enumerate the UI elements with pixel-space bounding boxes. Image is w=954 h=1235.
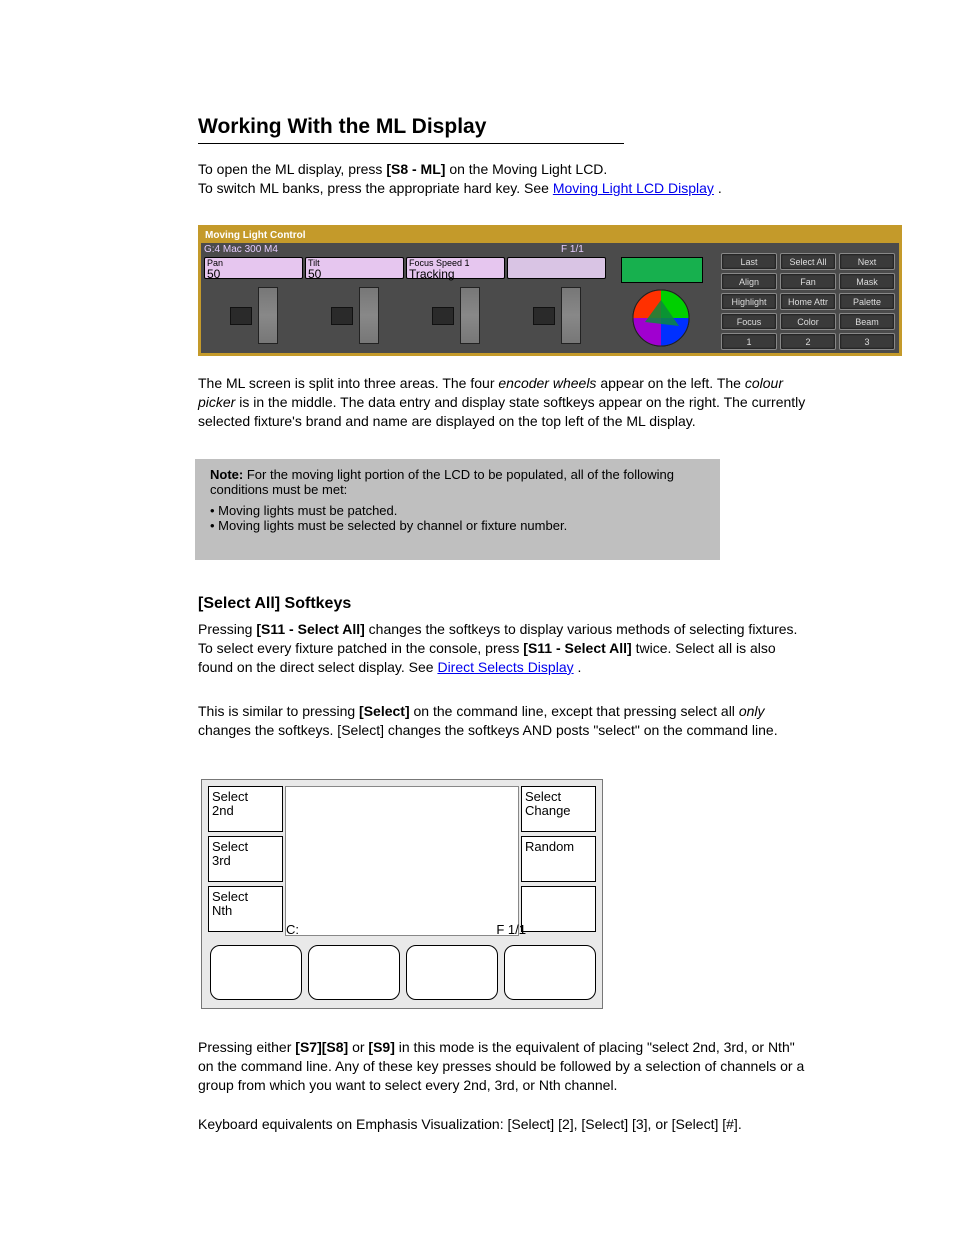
note-text: For the moving light portion of the LCD … xyxy=(210,467,674,497)
mlc-status-right: F 1/1 xyxy=(561,244,584,255)
mlc-btn-beam[interactable]: Beam xyxy=(839,313,895,330)
intro-paragraph: To open the ML display, press [S8 - ML] … xyxy=(198,160,808,198)
encoder-row xyxy=(204,283,606,348)
encoder-pad[interactable] xyxy=(331,307,353,325)
after-fig1-paragraph: The ML screen is split into three areas.… xyxy=(198,374,808,431)
mlc-btn-last[interactable]: Last xyxy=(721,253,777,270)
af-1em: encoder wheels xyxy=(498,375,596,391)
encoder-softkey-1[interactable] xyxy=(210,945,302,1000)
encoder-pad[interactable] xyxy=(432,307,454,325)
tail-1sa: [S7][S8] xyxy=(295,1039,348,1055)
softkey-select-2nd[interactable]: Select2nd xyxy=(208,786,283,832)
mlc-panel-title: Moving Light Control xyxy=(201,228,899,243)
tail-1b: or xyxy=(352,1039,368,1055)
attr-box-focus-speed[interactable]: Focus Speed 1 Tracking xyxy=(406,257,505,279)
attr-box-empty[interactable] xyxy=(507,257,606,279)
note-bullet-1: • Moving lights must be patched. xyxy=(210,503,710,518)
link-direct-selects[interactable]: Direct Selects Display xyxy=(437,659,573,675)
intro-1b: [S8 - ML] xyxy=(386,161,445,177)
mlc-btn-page-1[interactable]: 1 xyxy=(721,333,777,350)
intro-2a: To switch ML banks, press the appropriat… xyxy=(198,180,553,196)
softkey-label: Random xyxy=(525,839,574,854)
af-2b: is in the middle. The data entry and dis… xyxy=(198,394,805,429)
attr-value: Tracking xyxy=(409,268,502,280)
softkeys-panel: Select2nd Select3rd SelectNth SelectChan… xyxy=(201,779,603,1009)
encoder-wheel-4[interactable] xyxy=(561,287,581,344)
intro-2b: . xyxy=(718,180,722,196)
intro-1a: To open the ML display, press xyxy=(198,161,386,177)
attr-value: 50 xyxy=(207,268,300,280)
af-1a: The ML screen is split into three areas.… xyxy=(198,375,498,391)
mlc-btn-fan[interactable]: Fan xyxy=(780,273,836,290)
attr-box-tilt[interactable]: Tilt 50 xyxy=(305,257,404,279)
tail-1a: Pressing either xyxy=(198,1039,295,1055)
select-all-heading: [Select All] Softkeys xyxy=(198,595,351,613)
attr-box-pan[interactable]: Pan 50 xyxy=(204,257,303,279)
mlc-btn-color[interactable]: Color xyxy=(780,313,836,330)
tail-paragraph-1: Pressing either [S7][S8] or [S9] in this… xyxy=(198,1038,808,1095)
select-all-p1: Pressing [S11 - Select All] changes the … xyxy=(198,620,808,677)
mlc-btn-palette[interactable]: Palette xyxy=(839,293,895,310)
mlc-btn-next[interactable]: Next xyxy=(839,253,895,270)
colour-wheel[interactable] xyxy=(631,288,691,348)
attr-label: Pan xyxy=(207,259,300,268)
encoder-wheel-1[interactable] xyxy=(258,287,278,344)
softkey-random[interactable]: Random xyxy=(521,836,596,882)
sk-p1b: [S11 - Select All] xyxy=(256,621,364,637)
softkey-label: SelectNth xyxy=(212,889,248,918)
attr-value: 50 xyxy=(308,268,401,280)
softkey-select-change[interactable]: SelectChange xyxy=(521,786,596,832)
encoder-wheel-2[interactable] xyxy=(359,287,379,344)
encoder-softkey-3[interactable] xyxy=(406,945,498,1000)
mlc-status-left: G:4 Mac 300 M4 xyxy=(204,244,612,256)
section-title: Working With the ML Display xyxy=(198,115,486,139)
mlc-btn-page-3[interactable]: 3 xyxy=(839,333,895,350)
encoder-softkey-2[interactable] xyxy=(308,945,400,1000)
sk-p1a: Pressing xyxy=(198,621,256,637)
encoder-softkey-4[interactable] xyxy=(504,945,596,1000)
attr-label: Tilt xyxy=(308,259,401,268)
softkey-select-3rd[interactable]: Select3rd xyxy=(208,836,283,882)
mlc-btn-page-2[interactable]: 2 xyxy=(780,333,836,350)
softkey-label: Select2nd xyxy=(212,789,248,818)
sk-p2em: only xyxy=(739,703,765,719)
sk-p2s: [Select] xyxy=(359,703,410,719)
mlc-btn-select-all[interactable]: Select All xyxy=(780,253,836,270)
attribute-row: Pan 50 Tilt 50 Focus Speed 1 Tracking xyxy=(204,257,606,279)
link-ml-lcd-display[interactable]: Moving Light LCD Display xyxy=(553,180,714,196)
af-1b: appear on the left. The xyxy=(600,375,745,391)
encoder-pad[interactable] xyxy=(230,307,252,325)
sk-p1d: [S11 - Select All] xyxy=(523,640,631,656)
mlc-btn-highlight[interactable]: Highlight xyxy=(721,293,777,310)
mlc-btn-align[interactable]: Align xyxy=(721,273,777,290)
note-strong: Note: xyxy=(210,467,243,482)
mlc-btn-home-attr[interactable]: Home Attr xyxy=(780,293,836,310)
encoder-pad[interactable] xyxy=(533,307,555,325)
softkey-select-nth[interactable]: SelectNth xyxy=(208,886,283,932)
sk-p2c: changes the softkeys. [Select] changes t… xyxy=(198,722,778,738)
intro-1c: on the Moving Light LCD. xyxy=(449,161,607,177)
colour-swatch[interactable] xyxy=(621,257,703,283)
mid-info-left-2: C: xyxy=(286,922,299,937)
note-box-text: Note: For the moving light portion of th… xyxy=(210,467,710,533)
mid-info-right-2: F 1/1 xyxy=(496,922,526,937)
sk-p2b: on the command line, except that pressin… xyxy=(414,703,739,719)
tail-1sb: [S9] xyxy=(368,1039,394,1055)
mlc-panel: Moving Light Control G:4 Mac 300 M4 F 1/… xyxy=(198,225,902,356)
mlc-btn-focus[interactable]: Focus xyxy=(721,313,777,330)
note-bullet-2: • Moving lights must be selected by chan… xyxy=(210,518,710,533)
softkey-label: SelectChange xyxy=(525,789,571,818)
sk-p2a: This is similar to pressing xyxy=(198,703,359,719)
sk-p1f: . xyxy=(578,659,582,675)
encoder-wheel-3[interactable] xyxy=(460,287,480,344)
section-underline xyxy=(198,142,624,144)
softkeys-mid-info-layer: C: F 1/1 xyxy=(286,922,526,937)
tail-paragraph-2: Keyboard equivalents on Emphasis Visuali… xyxy=(198,1115,808,1134)
mlc-btn-mask[interactable]: Mask xyxy=(839,273,895,290)
softkey-blank[interactable] xyxy=(521,886,596,932)
select-all-p2: This is similar to pressing [Select] on … xyxy=(198,702,808,740)
softkey-label: Select3rd xyxy=(212,839,248,868)
